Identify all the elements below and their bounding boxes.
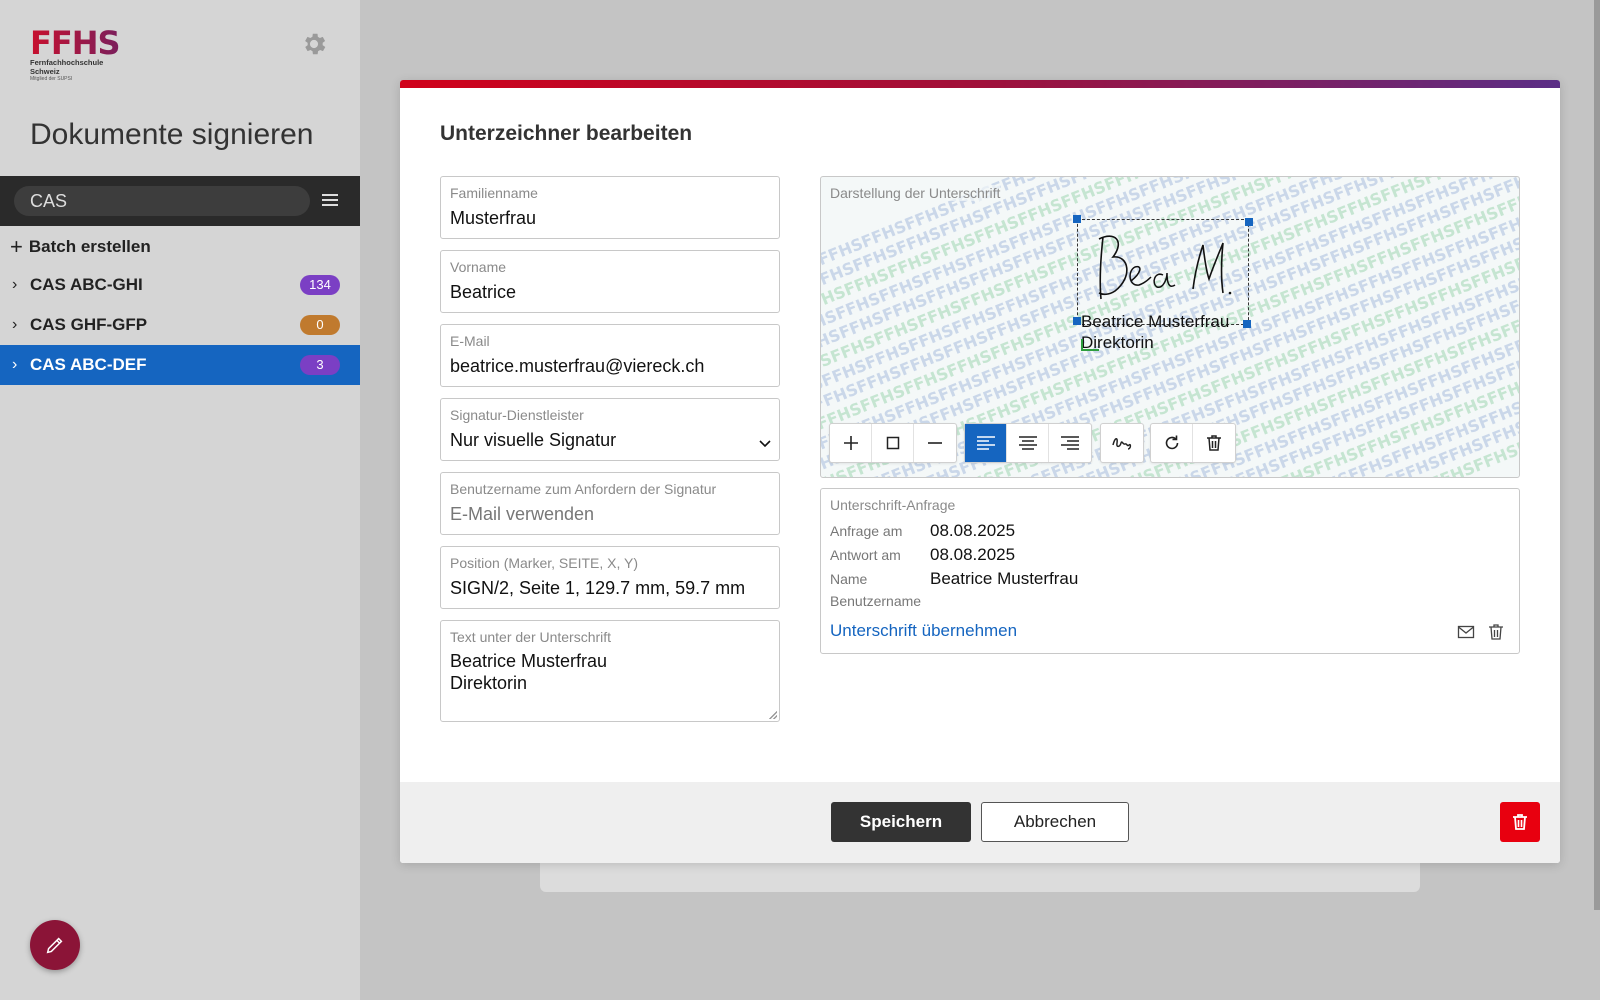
resize-handle[interactable]	[1073, 317, 1081, 325]
align-left-icon[interactable]	[965, 424, 1007, 462]
chevron-down-icon[interactable]	[759, 440, 771, 448]
lastname-value[interactable]: Musterfrau	[450, 206, 770, 230]
plus-icon[interactable]	[830, 424, 872, 462]
dialog-footer: Speichern Abbrechen	[400, 782, 1560, 863]
adopt-signature-link[interactable]: Unterschrift übernehmen	[830, 621, 1017, 641]
sidebar-item-label: CAS GHF-GFP	[30, 315, 148, 334]
dialog-title: Unterzeichner bearbeiten	[440, 122, 693, 145]
edit-toolbar	[1150, 423, 1236, 463]
trash-icon[interactable]	[1193, 424, 1235, 462]
page-title: Dokumente signieren	[30, 118, 314, 151]
count-badge: 0	[300, 315, 340, 335]
signature-preview-label: Darstellung der Unterschrift	[830, 185, 1001, 201]
signature-text-value[interactable]: Beatrice Musterfrau Direktorin	[450, 650, 770, 694]
edit-fab-button[interactable]	[30, 920, 80, 970]
resize-handle[interactable]	[769, 711, 777, 719]
field-label: Vorname	[450, 259, 507, 275]
request-key: Antwort am	[830, 547, 901, 563]
trash-icon[interactable]	[1487, 623, 1505, 641]
create-batch-button[interactable]: + Batch erstellen	[10, 236, 151, 258]
chevron-right-icon: ›	[12, 356, 18, 373]
count-badge: 3	[300, 355, 340, 375]
logo-subtitle-2: Schweiz	[30, 67, 60, 76]
sidebar-item-cas-abc-ghi[interactable]: › CAS ABC-GHI 134	[0, 265, 360, 305]
delete-button[interactable]	[1500, 802, 1540, 842]
dialog-accent-bar	[400, 80, 1560, 88]
request-value: 08.08.2025	[930, 521, 1016, 540]
request-value: 08.08.2025	[930, 545, 1016, 564]
logo-mark: FFHS	[30, 24, 121, 62]
edit-signer-dialog: Unterzeichner bearbeiten Familienname Mu…	[400, 80, 1560, 863]
plus-icon: +	[10, 234, 23, 259]
size-toolbar	[829, 423, 957, 463]
email-field[interactable]: E-Mail beatrice.musterfrau@viereck.ch	[440, 324, 780, 387]
rotate-icon[interactable]	[1151, 424, 1193, 462]
field-label: Benutzername zum Anfordern der Signatur	[450, 481, 717, 497]
align-right-icon[interactable]	[1049, 424, 1091, 462]
logo-tagline: Mitglied der SUPSI	[30, 76, 73, 82]
signature-request-label: Unterschrift-Anfrage	[830, 497, 956, 513]
sidebar-item-cas-ghf-gfp[interactable]: › CAS GHF-GFP 0	[0, 305, 360, 345]
request-row: Benutzername	[830, 593, 930, 609]
resize-handle[interactable]	[1245, 218, 1253, 226]
signature-icon[interactable]	[1101, 424, 1143, 462]
minus-icon[interactable]	[914, 424, 956, 462]
align-toolbar	[964, 423, 1092, 463]
field-label: Position (Marker, SEITE, X, Y)	[450, 555, 639, 571]
page-scrollbar[interactable]	[1594, 0, 1600, 910]
request-row: Antwort am 08.08.2025	[830, 545, 1015, 565]
trash-icon	[1513, 814, 1527, 830]
cancel-button[interactable]: Abbrechen	[981, 802, 1129, 842]
resize-handle[interactable]	[1243, 320, 1251, 328]
signature-preview[interactable]: Darstellung der Unterschrift FFHSFFHSFFH…	[820, 176, 1520, 478]
sidebar: FFHS Fernfachhochschule Schweiz Mitglied…	[0, 0, 360, 1000]
square-icon[interactable]	[872, 424, 914, 462]
signature-request-panel: Unterschrift-Anfrage Anfrage am 08.08.20…	[820, 488, 1520, 654]
sidebar-item-cas-abc-def[interactable]: › CAS ABC-DEF 3	[0, 345, 360, 385]
username-placeholder[interactable]: E-Mail verwenden	[450, 502, 770, 526]
username-field[interactable]: Benutzername zum Anfordern der Signatur …	[440, 472, 780, 535]
save-button[interactable]: Speichern	[831, 802, 971, 842]
resize-handle[interactable]	[1073, 215, 1081, 223]
count-badge: 134	[300, 275, 340, 295]
field-label: E-Mail	[450, 333, 490, 349]
sidebar-item-label: CAS ABC-DEF	[30, 355, 147, 374]
mail-icon[interactable]	[1457, 623, 1475, 641]
signature-preview-text: Beatrice Musterfrau Direktorin	[1081, 312, 1230, 352]
lastname-field[interactable]: Familienname Musterfrau	[440, 176, 780, 239]
align-center-icon[interactable]	[1007, 424, 1049, 462]
position-field[interactable]: Position (Marker, SEITE, X, Y) SIGN/2, S…	[440, 546, 780, 609]
request-key: Anfrage am	[830, 523, 903, 539]
field-label: Signatur-Dienstleister	[450, 407, 584, 423]
request-key: Name	[830, 571, 868, 587]
request-row: Anfrage am 08.08.2025	[830, 521, 1015, 541]
sidebar-item-label: CAS ABC-GHI	[30, 275, 143, 294]
ffhs-logo[interactable]: FFHS Fernfachhochschule Schweiz Mitglied…	[30, 24, 121, 86]
search-bar	[0, 176, 360, 226]
chevron-right-icon: ›	[12, 276, 18, 293]
pencil-icon	[46, 937, 63, 954]
request-value: Beatrice Musterfrau	[930, 569, 1079, 588]
create-batch-label: Batch erstellen	[28, 237, 151, 256]
handwritten-signature-image	[1098, 235, 1232, 300]
position-value[interactable]: SIGN/2, Seite 1, 129.7 mm, 59.7 mm	[450, 576, 770, 600]
request-row: Name Beatrice Musterfrau	[830, 569, 1078, 589]
firstname-field[interactable]: Vorname Beatrice	[440, 250, 780, 313]
text-anchor-marker	[1081, 339, 1099, 351]
provider-value[interactable]: Nur visuelle Signatur	[450, 428, 770, 452]
field-label: Text unter der Unterschrift	[450, 629, 612, 645]
search-input[interactable]	[14, 186, 310, 216]
email-value[interactable]: beatrice.musterfrau@viereck.ch	[450, 354, 770, 378]
chevron-right-icon: ›	[12, 316, 18, 333]
firstname-value[interactable]: Beatrice	[450, 280, 770, 304]
request-key: Benutzername	[830, 593, 922, 609]
signature-text-field[interactable]: Text unter der Unterschrift Beatrice Mus…	[440, 620, 780, 722]
signature-toolbar	[1100, 423, 1144, 463]
gear-icon[interactable]	[300, 30, 328, 58]
field-label: Familienname	[450, 185, 538, 201]
provider-select[interactable]: Signatur-Dienstleister Nur visuelle Sign…	[440, 398, 780, 461]
menu-icon[interactable]	[322, 191, 338, 211]
